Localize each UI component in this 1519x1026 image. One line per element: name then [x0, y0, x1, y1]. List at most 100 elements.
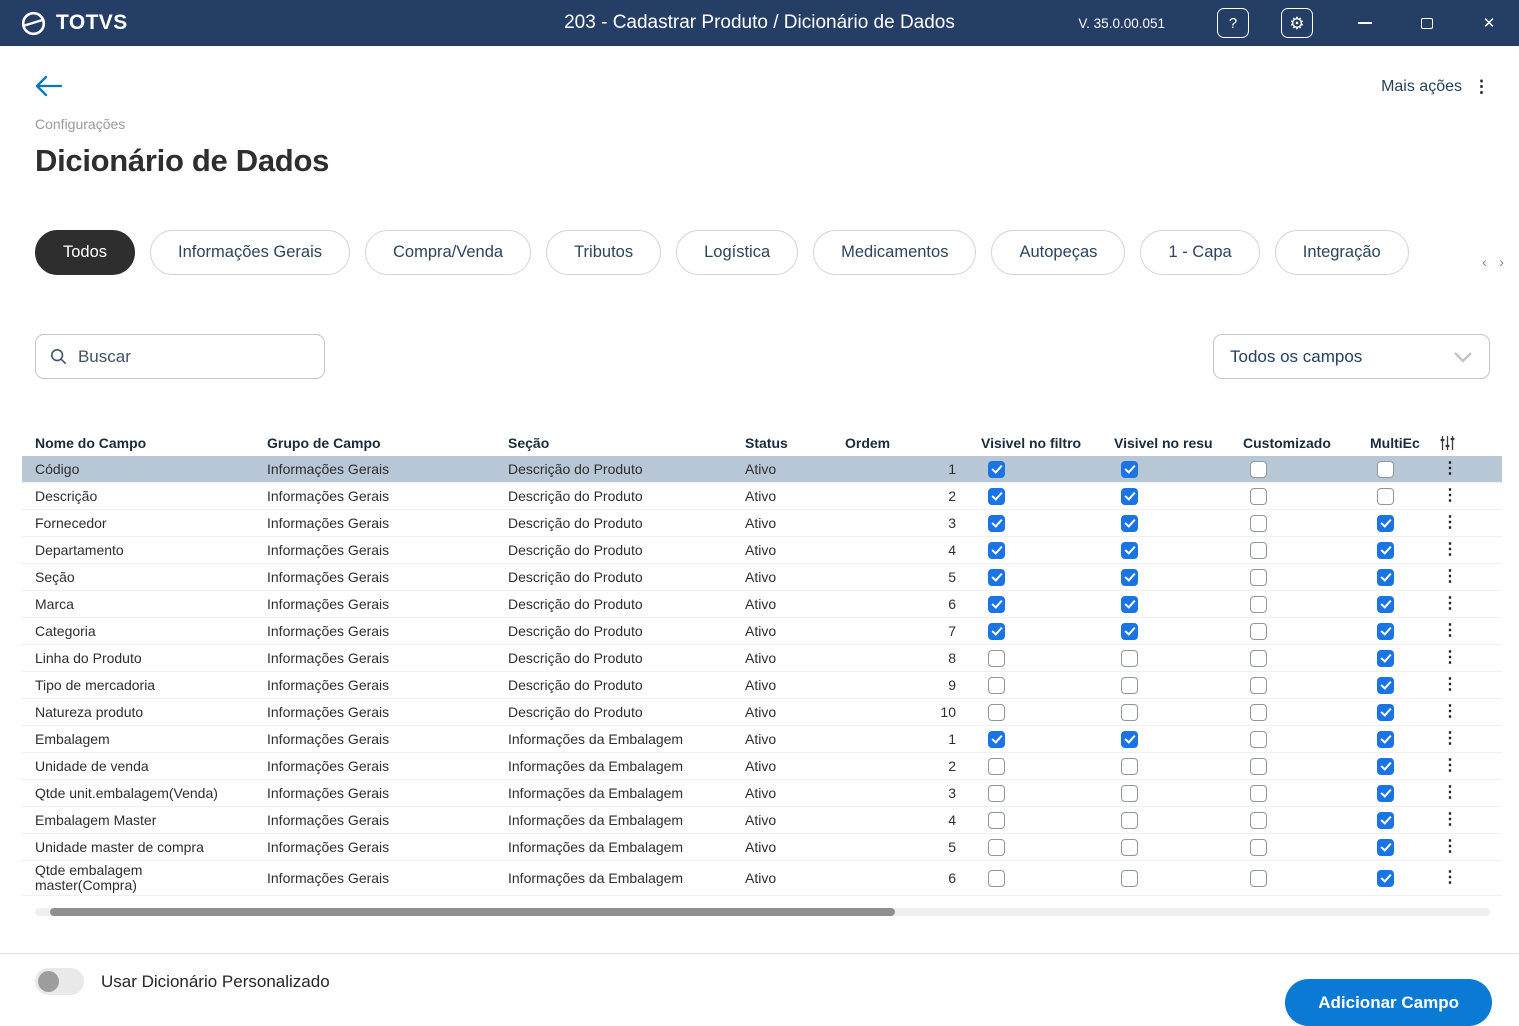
customizado-checkbox[interactable]	[1250, 568, 1267, 586]
customizado-checkbox[interactable]	[1250, 676, 1267, 694]
row-actions-button[interactable]: ⋮	[1442, 839, 1502, 855]
visivel-resultado-checkbox[interactable]	[1121, 541, 1138, 559]
visivel-filtro-checkbox[interactable]	[988, 541, 1005, 559]
visivel-filtro-checkbox[interactable]	[988, 514, 1005, 532]
customizado-checkbox[interactable]	[1250, 541, 1267, 559]
visivel-filtro-checkbox[interactable]	[988, 460, 1005, 478]
visivel-filtro-checkbox[interactable]	[988, 595, 1005, 613]
table-row[interactable]: Seção Informações Gerais Descrição do Prod…	[22, 564, 1502, 591]
row-actions-button[interactable]: ⋮	[1442, 542, 1502, 558]
customizado-checkbox[interactable]	[1250, 595, 1267, 613]
visivel-filtro-checkbox[interactable]	[988, 568, 1005, 586]
tab-tributos[interactable]: Tributos	[546, 230, 662, 275]
customizado-checkbox[interactable]	[1250, 514, 1267, 532]
customizado-checkbox[interactable]	[1250, 757, 1267, 775]
col-header-ordem[interactable]: Ordem	[832, 435, 968, 451]
tab-medicamentos[interactable]: Medicamentos	[813, 230, 977, 275]
multiec-checkbox[interactable]	[1377, 649, 1394, 667]
row-actions-button[interactable]: ⋮	[1442, 488, 1502, 504]
visivel-resultado-checkbox[interactable]	[1121, 784, 1138, 802]
table-row[interactable]: Unidade de venda Informações Gerais Inform…	[22, 753, 1502, 780]
row-actions-button[interactable]: ⋮	[1442, 731, 1502, 747]
visivel-resultado-checkbox[interactable]	[1121, 622, 1138, 640]
tab-compra-venda[interactable]: Compra/Venda	[365, 230, 532, 275]
tab-todos[interactable]: Todos	[35, 230, 136, 275]
row-actions-button[interactable]: ⋮	[1442, 515, 1502, 531]
multiec-checkbox[interactable]	[1377, 622, 1394, 640]
row-actions-button[interactable]: ⋮	[1442, 569, 1502, 585]
table-row[interactable]: Descrição Informações Gerais Descrição do …	[22, 483, 1502, 510]
tab-log-stica[interactable]: Logística	[676, 230, 799, 275]
table-row[interactable]: Embalagem Master Informações Gerais Inform…	[22, 807, 1502, 834]
row-actions-button[interactable]: ⋮	[1442, 677, 1502, 693]
visivel-resultado-checkbox[interactable]	[1121, 757, 1138, 775]
visivel-resultado-checkbox[interactable]	[1121, 838, 1138, 856]
more-actions-button[interactable]: Mais ações ⋮	[1381, 77, 1490, 97]
multiec-checkbox[interactable]	[1377, 838, 1394, 856]
visivel-resultado-checkbox[interactable]	[1121, 568, 1138, 586]
row-actions-button[interactable]: ⋮	[1442, 758, 1502, 774]
tab-1-capa[interactable]: 1 - Capa	[1140, 230, 1260, 275]
col-header-nome[interactable]: Nome do Campo	[22, 435, 254, 451]
multiec-checkbox[interactable]	[1377, 487, 1394, 505]
customizado-checkbox[interactable]	[1250, 869, 1267, 887]
col-header-status[interactable]: Status	[732, 435, 832, 451]
visivel-filtro-checkbox[interactable]	[988, 784, 1005, 802]
multiec-checkbox[interactable]	[1377, 784, 1394, 802]
multiec-checkbox[interactable]	[1377, 811, 1394, 829]
visivel-filtro-checkbox[interactable]	[988, 730, 1005, 748]
row-actions-button[interactable]: ⋮	[1442, 785, 1502, 801]
table-row[interactable]: Fornecedor Informações Gerais Descrição do…	[22, 510, 1502, 537]
visivel-resultado-checkbox[interactable]	[1121, 649, 1138, 667]
col-header-actions[interactable]	[1427, 435, 1502, 451]
col-header-grupo[interactable]: Grupo de Campo	[254, 435, 495, 451]
custom-dictionary-toggle[interactable]	[35, 968, 84, 995]
multiec-checkbox[interactable]	[1377, 514, 1394, 532]
col-header-visivel-filtro[interactable]: Visivel no filtro	[968, 435, 1101, 451]
visivel-filtro-checkbox[interactable]	[988, 838, 1005, 856]
multiec-checkbox[interactable]	[1377, 460, 1394, 478]
visivel-filtro-checkbox[interactable]	[988, 622, 1005, 640]
customizado-checkbox[interactable]	[1250, 649, 1267, 667]
table-row[interactable]: Embalagem Informações Gerais Informações d…	[22, 726, 1502, 753]
visivel-filtro-checkbox[interactable]	[988, 649, 1005, 667]
back-button[interactable]	[35, 75, 63, 100]
row-actions-button[interactable]: ⋮	[1442, 812, 1502, 828]
add-field-button[interactable]: Adicionar Campo	[1285, 979, 1492, 1026]
multiec-checkbox[interactable]	[1377, 703, 1394, 721]
row-actions-button[interactable]: ⋮	[1442, 704, 1502, 720]
visivel-resultado-checkbox[interactable]	[1121, 514, 1138, 532]
customizado-checkbox[interactable]	[1250, 730, 1267, 748]
row-actions-button[interactable]: ⋮	[1442, 596, 1502, 612]
search-input[interactable]	[77, 346, 310, 367]
fields-filter-select[interactable]: Todos os campos	[1213, 334, 1490, 379]
help-button[interactable]: ?	[1217, 8, 1249, 38]
table-row[interactable]: Unidade master de compra Informações Gera…	[22, 834, 1502, 861]
customizado-checkbox[interactable]	[1250, 487, 1267, 505]
row-actions-button[interactable]: ⋮	[1442, 461, 1502, 477]
multiec-checkbox[interactable]	[1377, 757, 1394, 775]
breadcrumb[interactable]: Configurações	[35, 116, 125, 132]
maximize-button[interactable]	[1417, 13, 1437, 33]
col-header-customizado[interactable]: Customizado	[1230, 435, 1357, 451]
multiec-checkbox[interactable]	[1377, 595, 1394, 613]
visivel-resultado-checkbox[interactable]	[1121, 811, 1138, 829]
customizado-checkbox[interactable]	[1250, 460, 1267, 478]
visivel-filtro-checkbox[interactable]	[988, 703, 1005, 721]
row-actions-button[interactable]: ⋮	[1442, 623, 1502, 639]
table-row[interactable]: Natureza produto Informações Gerais Descri…	[22, 699, 1502, 726]
table-row[interactable]: Código Informações Gerais Descrição do Pro…	[22, 456, 1502, 483]
table-row[interactable]: Marca Informações Gerais Descrição do Prod…	[22, 591, 1502, 618]
multiec-checkbox[interactable]	[1377, 730, 1394, 748]
tab-autope-as[interactable]: Autopeças	[991, 230, 1126, 275]
table-row[interactable]: Departamento Informações Gerais Descrição …	[22, 537, 1502, 564]
close-button[interactable]: ✕	[1479, 13, 1499, 33]
visivel-resultado-checkbox[interactable]	[1121, 730, 1138, 748]
scrollbar-thumb[interactable]	[50, 908, 895, 916]
visivel-filtro-checkbox[interactable]	[988, 487, 1005, 505]
multiec-checkbox[interactable]	[1377, 541, 1394, 559]
customizado-checkbox[interactable]	[1250, 838, 1267, 856]
table-row[interactable]: Tipo de mercadoria Informações Gerais Desc…	[22, 672, 1502, 699]
row-actions-button[interactable]: ⋮	[1442, 650, 1502, 666]
settings-button[interactable]: ⚙	[1281, 8, 1313, 38]
